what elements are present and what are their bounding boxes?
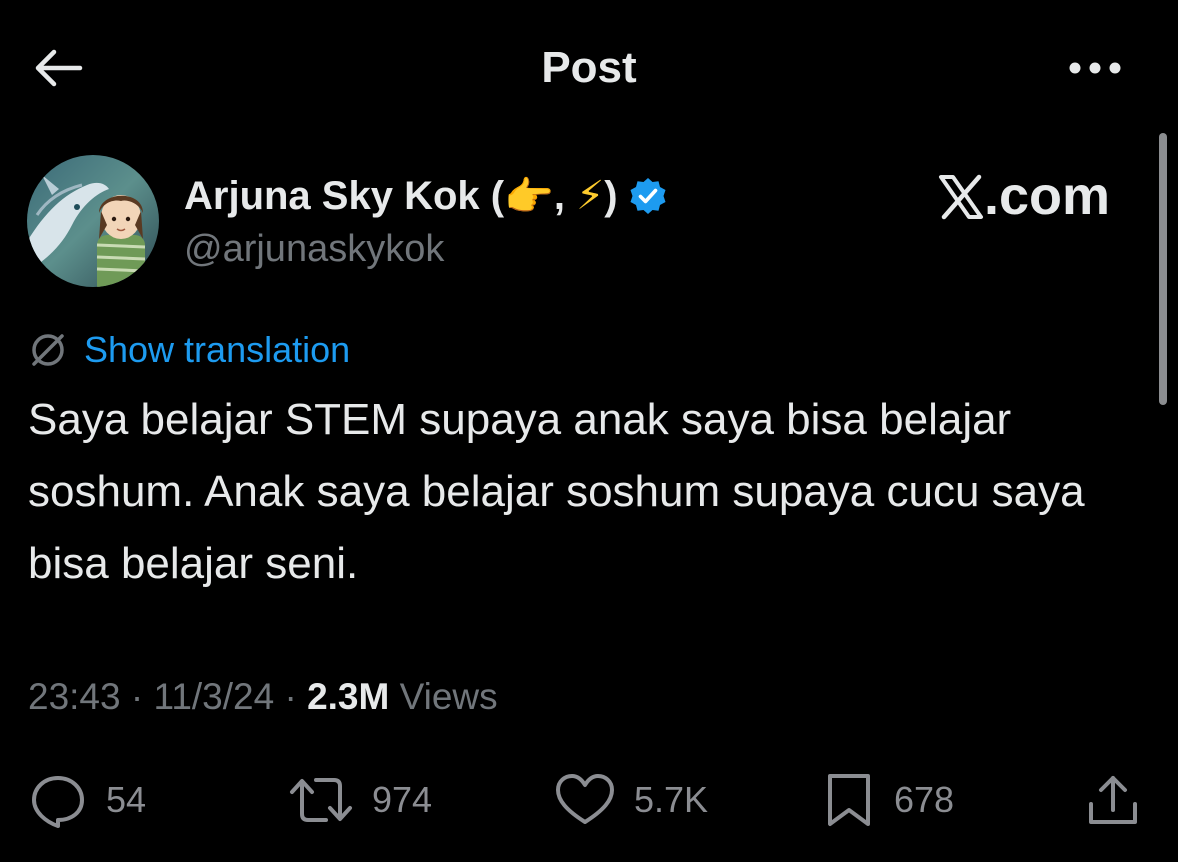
back-button[interactable] (30, 44, 86, 92)
show-translation-label: Show translation (84, 329, 351, 370)
share-button[interactable] (1084, 760, 1142, 840)
action-bar: 54 974 5.7K 678 (0, 760, 1178, 840)
watermark-suffix: .com (984, 166, 1111, 226)
arrow-left-icon (35, 49, 83, 87)
lightning-emoji: ⚡ (576, 174, 605, 218)
author-name-separator: , (553, 173, 577, 218)
reply-icon (32, 776, 84, 828)
repost-count: 974 (372, 779, 433, 820)
post-text: Saya belajar STEM supaya anak saya bisa … (28, 395, 1085, 588)
scrollbar[interactable] (1159, 133, 1167, 405)
repost-icon (290, 778, 352, 822)
views-count: 2.3M (307, 676, 390, 717)
meta-separator: · (120, 676, 154, 717)
avatar-image (27, 155, 159, 287)
post-time[interactable]: 23:43 (28, 676, 121, 717)
share-icon (1089, 776, 1137, 824)
bookmark-button[interactable]: 678 (822, 760, 954, 840)
reply-count: 54 (106, 779, 147, 820)
x-logo-icon (938, 172, 984, 232)
top-bar: Post (0, 0, 1178, 135)
repost-button[interactable]: 974 (288, 760, 432, 840)
avatar[interactable] (27, 155, 159, 287)
globe-icon (32, 334, 64, 366)
author-name-close: ) (604, 173, 618, 218)
views-label: Views (389, 676, 498, 717)
post-date[interactable]: 11/3/24 (153, 676, 274, 717)
bookmark-icon (828, 774, 870, 826)
more-horizontal-icon (1069, 62, 1121, 74)
meta-separator: · (274, 676, 308, 717)
more-options-button[interactable] (1060, 46, 1130, 90)
page-title: Post (541, 43, 637, 92)
like-button[interactable]: 5.7K (554, 760, 708, 840)
author-handle[interactable]: @arjunaskykok (184, 226, 444, 272)
post-meta: 23:43 · 11/3/24 · 2.3M Views (28, 672, 498, 722)
heart-icon (556, 774, 614, 824)
pointing-hand-emoji: 👉 (504, 174, 554, 219)
verified-badge-icon (628, 176, 668, 216)
author-display-name[interactable]: Arjuna Sky Kok ( 👉 , ⚡ ) (184, 168, 668, 224)
author-name-text: Arjuna Sky Kok ( (184, 173, 505, 218)
reply-button[interactable]: 54 (28, 760, 146, 840)
show-translation-button[interactable]: Show translation (28, 326, 350, 374)
x-com-watermark: .com (938, 166, 1110, 232)
like-count: 5.7K (634, 779, 709, 820)
bookmark-count: 678 (894, 779, 955, 820)
